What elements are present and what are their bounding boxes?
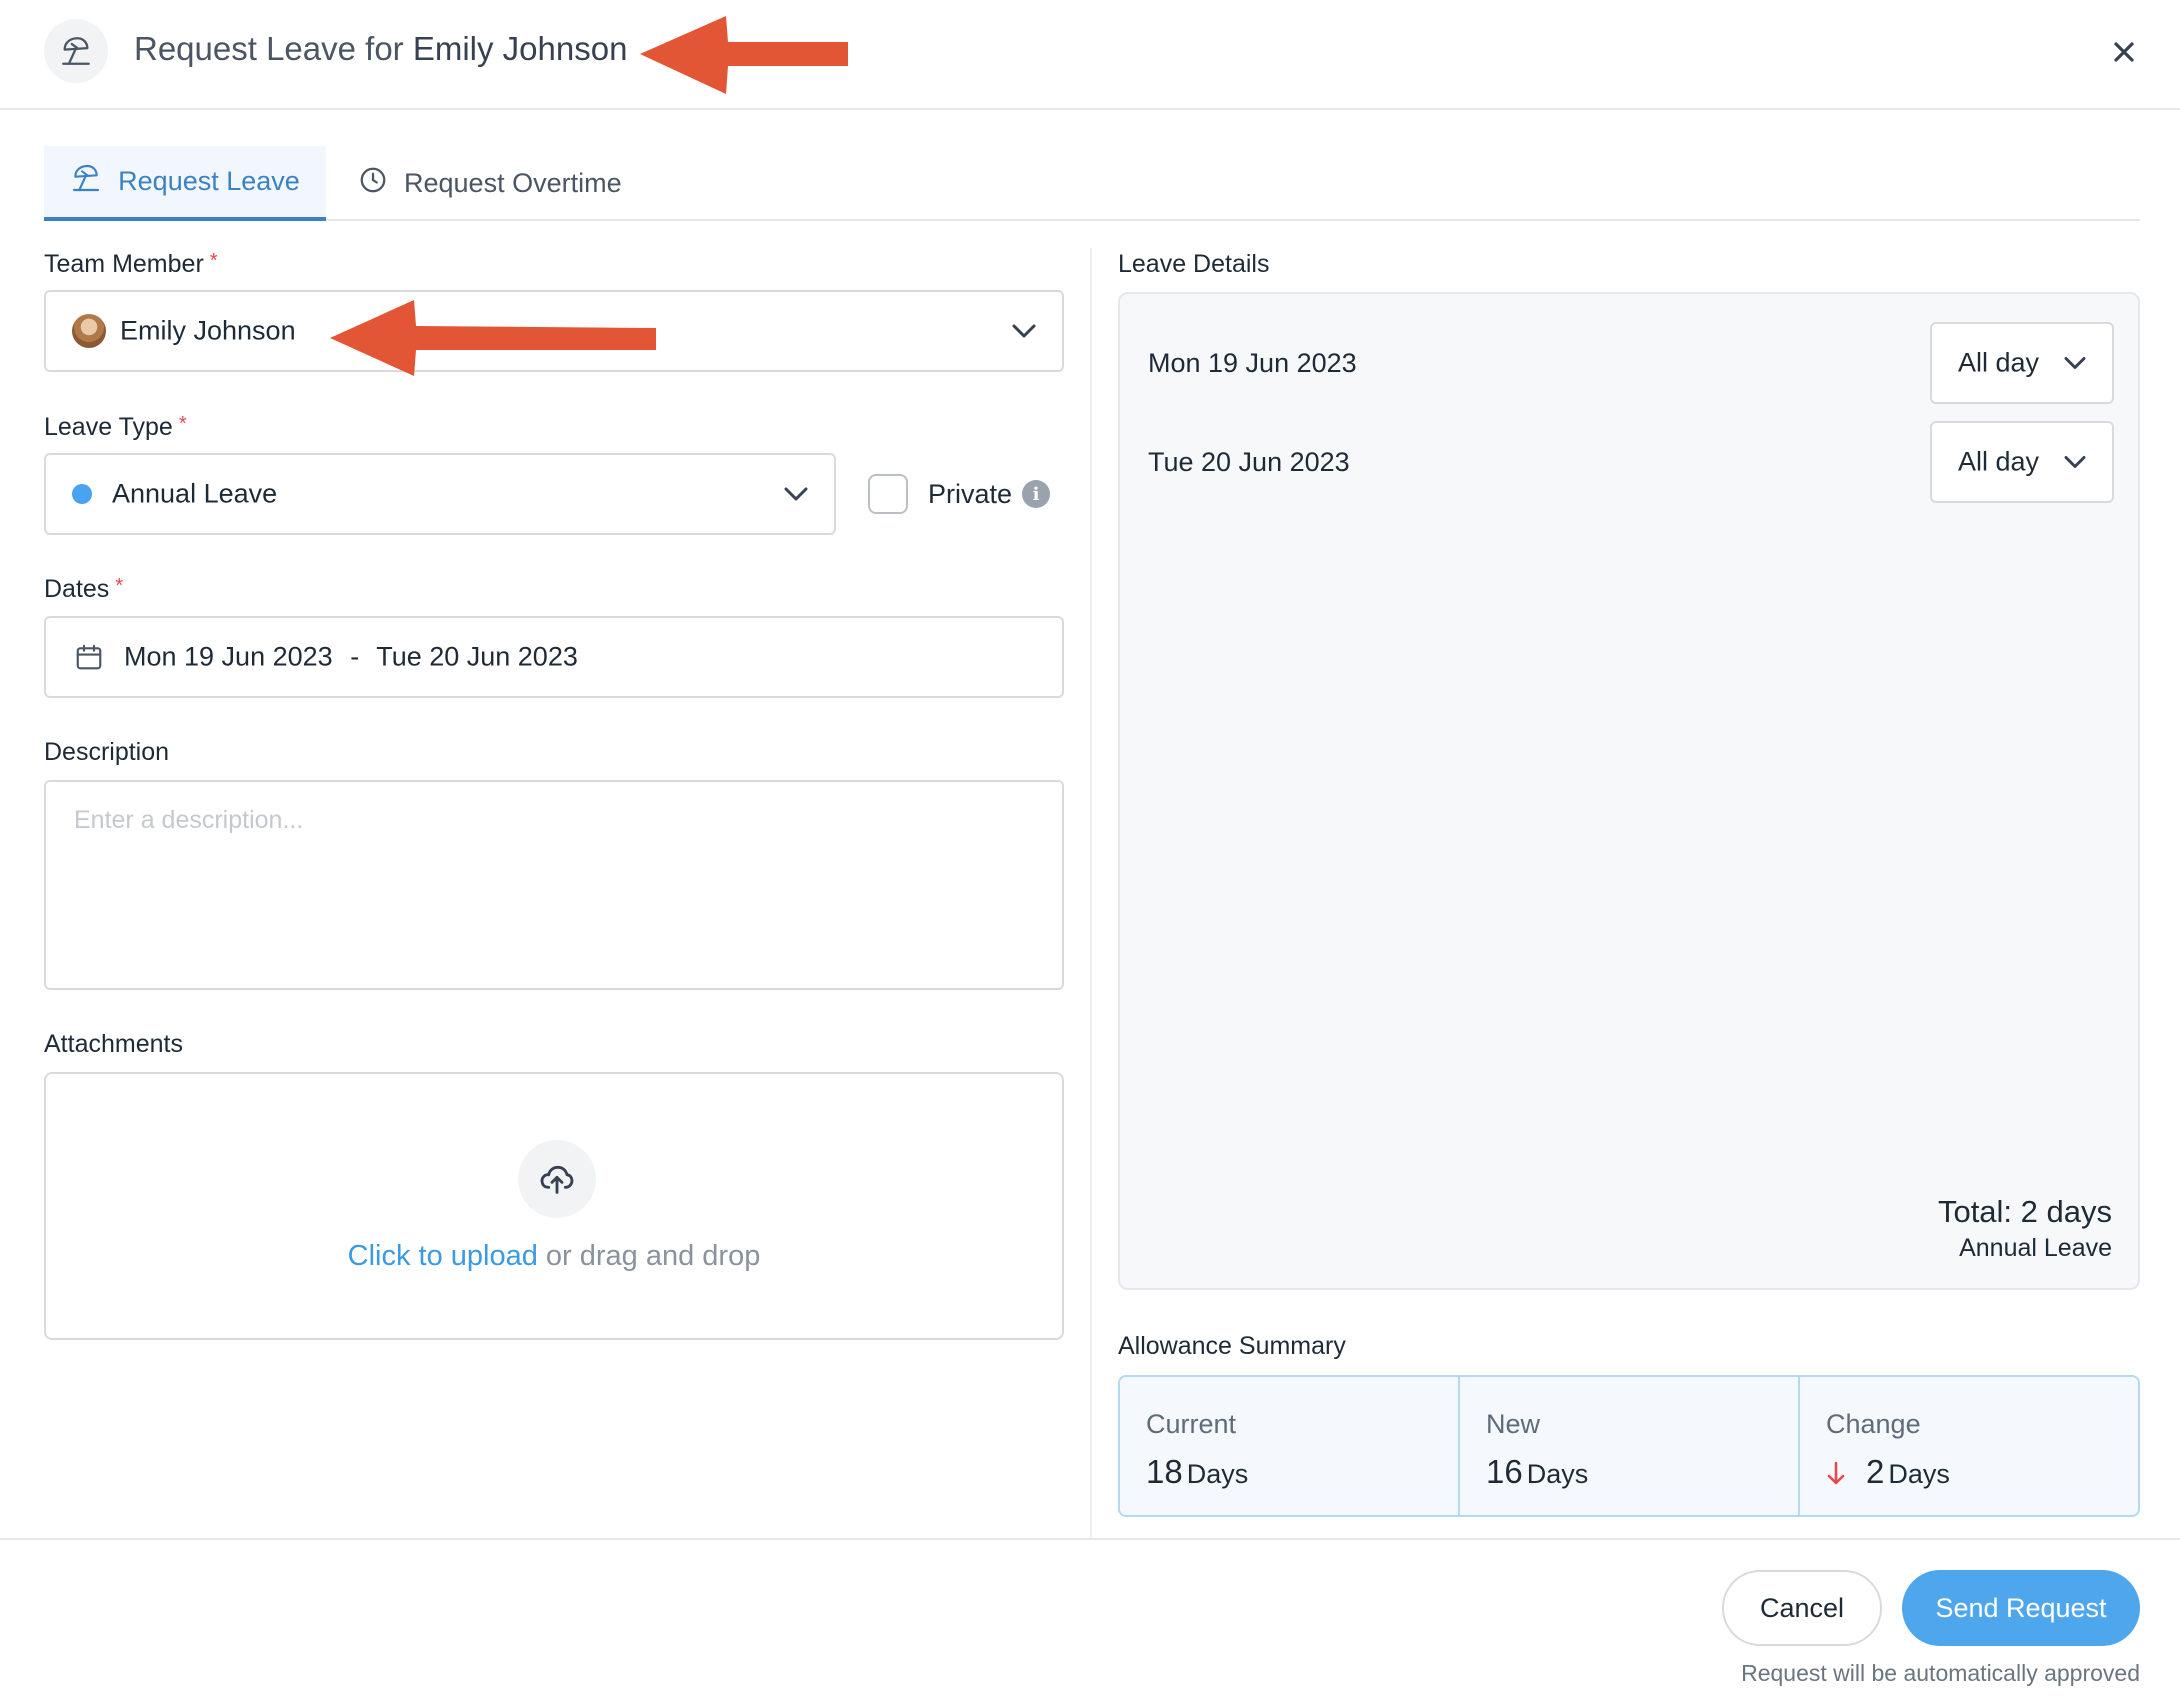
allowance-change-unit: Days bbox=[1888, 1459, 1950, 1489]
allowance-change-number: 2 bbox=[1866, 1453, 1885, 1490]
leave-total-type: Annual Leave bbox=[1959, 1234, 2112, 1262]
required-mark: * bbox=[178, 413, 187, 435]
allowance-new-unit: Days bbox=[1526, 1459, 1589, 1489]
dialog-footer: Cancel Send Request Request will be auto… bbox=[0, 1538, 2180, 1702]
date-start: Mon 19 Jun 2023 bbox=[124, 641, 333, 672]
private-checkbox[interactable] bbox=[868, 474, 908, 514]
annotation-arrow-team-member bbox=[330, 300, 656, 376]
team-member-value: Emily Johnson bbox=[120, 315, 296, 346]
allowance-new-number: 16 bbox=[1486, 1453, 1523, 1490]
leave-detail-date: Mon 19 Jun 2023 bbox=[1148, 348, 1357, 378]
approval-note: Request will be automatically approved bbox=[1741, 1660, 2140, 1686]
dates-label-text: Dates bbox=[44, 575, 110, 603]
dialog-title-prefix: Request Leave for bbox=[134, 30, 404, 67]
tab-request-leave[interactable]: Request Leave bbox=[44, 146, 326, 221]
leave-total: Total: 2 days bbox=[1937, 1194, 2112, 1229]
required-mark: * bbox=[115, 575, 124, 597]
click-to-upload-link[interactable]: Click to upload bbox=[348, 1240, 538, 1272]
upload-instructions: Click to upload or drag and drop bbox=[46, 1240, 1062, 1273]
leave-detail-date: Tue 20 Jun 2023 bbox=[1148, 447, 1350, 477]
allowance-change-value: 2 Days bbox=[1826, 1453, 1950, 1491]
allowance-new-label: New bbox=[1486, 1409, 1541, 1439]
beach-umbrella-icon bbox=[44, 19, 108, 83]
allowance-summary: Current 18 Days New 16 Days Change 2 Days bbox=[1118, 1375, 2140, 1517]
required-mark: * bbox=[209, 250, 218, 272]
tab-request-overtime[interactable]: Request Overtime bbox=[358, 146, 622, 221]
allowance-new: New 16 Days bbox=[1460, 1377, 1800, 1515]
chevron-down-icon bbox=[2064, 357, 2086, 369]
leave-details-panel: Mon 19 Jun 2023 All day Tue 20 Jun 2023 … bbox=[1118, 292, 2140, 1290]
avatar bbox=[72, 314, 106, 348]
allowance-change-label: Change bbox=[1826, 1409, 1921, 1439]
date-range-input[interactable]: Mon 19 Jun 2023 - Tue 20 Jun 2023 bbox=[44, 616, 1064, 698]
dates-label: Dates * bbox=[44, 575, 123, 604]
day-period-value: All day bbox=[1958, 446, 2040, 477]
allowance-current-value: 18 Days bbox=[1146, 1453, 1248, 1491]
calendar-icon bbox=[76, 644, 102, 670]
allowance-change: Change 2 Days bbox=[1800, 1377, 2138, 1515]
date-range-value: Mon 19 Jun 2023 - Tue 20 Jun 2023 bbox=[124, 642, 578, 673]
leave-type-select[interactable]: Annual Leave bbox=[44, 453, 836, 535]
dialog-title-name: Emily Johnson bbox=[412, 30, 628, 67]
chevron-down-icon bbox=[784, 487, 808, 501]
team-member-label: Team Member * bbox=[44, 250, 218, 279]
allowance-summary-title: Allowance Summary bbox=[1118, 1332, 1346, 1360]
leave-details-title: Leave Details bbox=[1118, 250, 1270, 278]
column-divider bbox=[1090, 248, 1092, 1540]
drag-drop-text: or drag and drop bbox=[545, 1240, 761, 1272]
beach-umbrella-icon bbox=[70, 162, 102, 201]
cancel-button[interactable]: Cancel bbox=[1722, 1570, 1882, 1646]
day-period-select[interactable]: All day bbox=[1930, 322, 2114, 404]
tab-bar: Request Leave Request Overtime bbox=[44, 146, 2140, 221]
chevron-down-icon bbox=[2064, 456, 2086, 468]
dialog-header: Request Leave for Emily Johnson bbox=[0, 0, 2180, 110]
team-member-label-text: Team Member bbox=[44, 250, 204, 278]
description-label: Description bbox=[44, 738, 170, 766]
allowance-current-label: Current bbox=[1146, 1409, 1237, 1439]
private-label: Private bbox=[928, 479, 1013, 509]
leave-type-color-dot bbox=[72, 484, 92, 504]
leave-type-label: Leave Type * bbox=[44, 413, 187, 442]
info-icon[interactable]: i bbox=[1022, 480, 1050, 508]
attachments-label: Attachments bbox=[44, 1030, 183, 1058]
allowance-current-number: 18 bbox=[1146, 1453, 1183, 1490]
day-period-value: All day bbox=[1958, 347, 2040, 378]
leave-type-label-text: Leave Type bbox=[44, 413, 173, 441]
leave-type-value: Annual Leave bbox=[112, 478, 278, 509]
tab-request-leave-label: Request Leave bbox=[118, 166, 300, 196]
send-request-button[interactable]: Send Request bbox=[1902, 1570, 2140, 1646]
allowance-new-value: 16 Days bbox=[1486, 1453, 1588, 1491]
tab-request-overtime-label: Request Overtime bbox=[404, 168, 622, 198]
dialog-title: Request Leave for Emily Johnson bbox=[134, 30, 627, 68]
allowance-current: Current 18 Days bbox=[1120, 1377, 1460, 1515]
annotation-arrow-title bbox=[640, 16, 848, 94]
upload-dropzone[interactable]: Click to upload or drag and drop bbox=[44, 1072, 1064, 1340]
date-separator: - bbox=[350, 641, 360, 672]
chevron-down-icon bbox=[1012, 324, 1036, 338]
cloud-upload-icon[interactable] bbox=[518, 1140, 596, 1218]
date-end: Tue 20 Jun 2023 bbox=[376, 641, 578, 672]
close-icon[interactable] bbox=[2104, 32, 2144, 72]
arrow-down-icon bbox=[1827, 1461, 1845, 1485]
allowance-current-unit: Days bbox=[1186, 1459, 1249, 1489]
day-period-select[interactable]: All day bbox=[1930, 421, 2114, 503]
clock-icon bbox=[358, 165, 388, 202]
description-input[interactable] bbox=[44, 780, 1064, 990]
